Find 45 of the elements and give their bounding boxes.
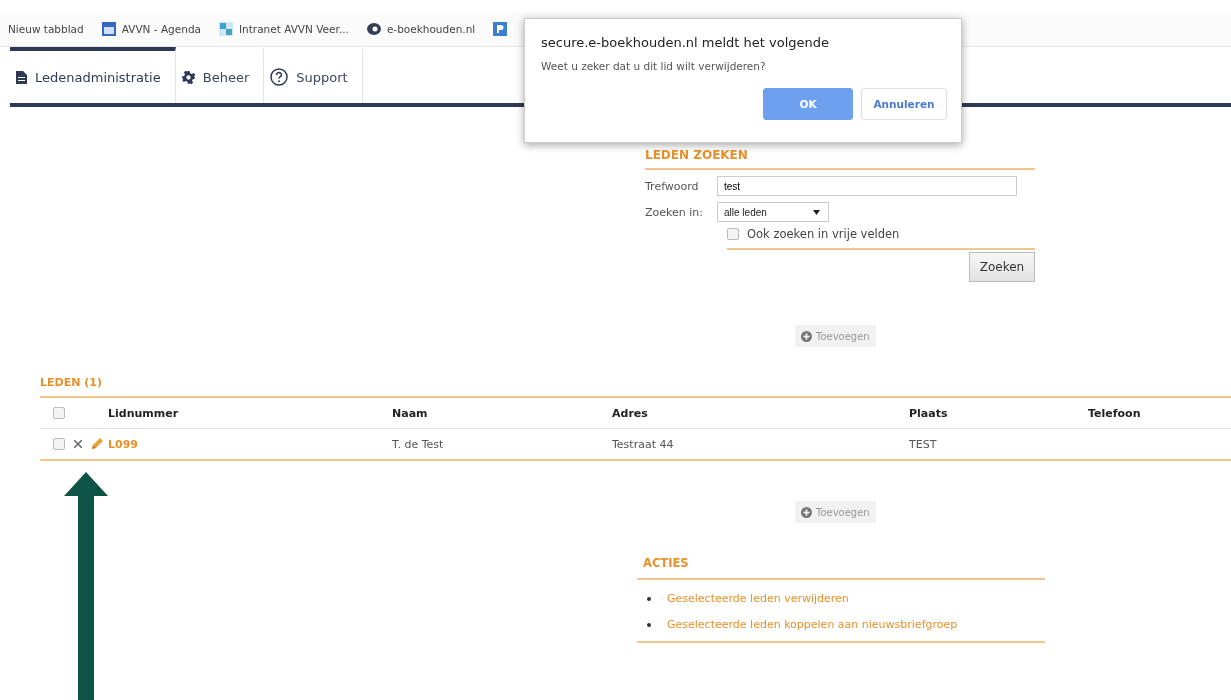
section-title: LEDEN (1) (40, 376, 1231, 398)
nav-tab[interactable]: Support (264, 47, 363, 103)
keyword-field[interactable]: test (717, 176, 1017, 196)
bullet-icon (647, 622, 651, 627)
delete-icon[interactable] (74, 440, 82, 448)
checkbox[interactable] (53, 438, 65, 450)
field-label: Zoeken in: (645, 205, 704, 219)
column-header: Plaats (909, 406, 949, 420)
search-button[interactable]: Zoeken (969, 252, 1035, 282)
column-header: Telefoon (1088, 406, 1142, 420)
table-cell-text: TEST (909, 437, 938, 451)
bookmark-link[interactable]: Intranet AVVN Veer... (219, 22, 349, 36)
table-cell-text: T. de Test (392, 437, 445, 451)
bookmark-link[interactable]: AVVN - Agenda (101, 22, 201, 36)
column-header: Naam (392, 406, 429, 420)
plus-icon (801, 330, 812, 342)
caret-icon (813, 209, 820, 215)
section-title: ACTIES (637, 556, 1045, 580)
bookmark-link[interactable] (493, 22, 508, 36)
column-header: Lidnummer (108, 406, 180, 420)
cancel-button[interactable]: Annuleren (861, 88, 947, 120)
bookmark-link[interactable]: e-boekhouden.nl (366, 23, 476, 35)
eye-icon (366, 23, 381, 35)
dialog-title: secure.e-boekhouden.nl meldt het volgende (541, 35, 831, 50)
field-label: Trefwoord (645, 179, 700, 193)
settings-icon (181, 70, 195, 84)
nav-tab[interactable]: Ledenadministratie (10, 47, 176, 103)
nav-tab[interactable]: Beheer (175, 47, 265, 103)
bookmark-link[interactable]: Nieuw tabblad (8, 23, 84, 35)
checkbox[interactable] (727, 228, 739, 240)
help-icon (270, 68, 289, 86)
checkbox-label: Ook zoeken in vrije velden (747, 227, 900, 241)
dialog-message: Weet u zeker dat u dit lid wilt verwijderen? (541, 60, 767, 72)
calendar-icon (101, 22, 116, 36)
section-title: LEDEN ZOEKEN (645, 148, 1035, 170)
pencil-icon[interactable] (91, 438, 103, 450)
site-icon (219, 22, 233, 36)
bullet-icon (647, 596, 651, 601)
document-icon (16, 70, 27, 84)
plus-icon (801, 506, 812, 518)
checkbox[interactable] (53, 407, 65, 419)
scope-dropdown[interactable]: alle leden (717, 202, 829, 222)
parking-icon (493, 22, 508, 36)
table-cell-text: Testraat 44 (612, 437, 675, 451)
column-header: Adres (612, 406, 649, 420)
